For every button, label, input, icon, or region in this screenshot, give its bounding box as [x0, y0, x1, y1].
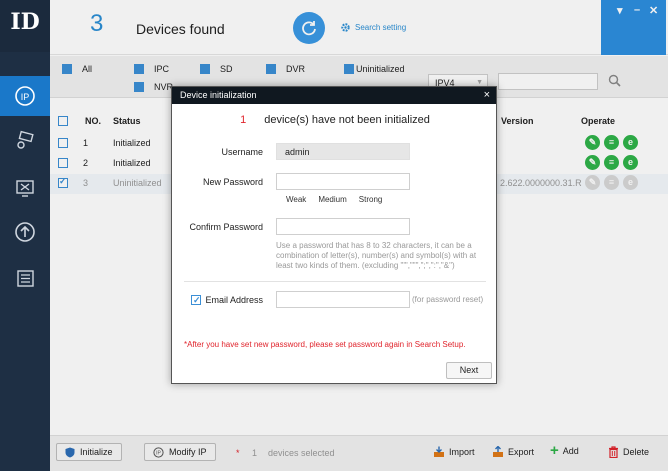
- dialog-title-bar: Device initialization ×: [172, 87, 496, 104]
- dialog-message: 1 device(s) have not been initialized: [172, 114, 498, 126]
- next-button[interactable]: Next: [446, 362, 492, 379]
- sidebar-item-ip-tool[interactable]: IP: [0, 76, 50, 116]
- ip-icon: IP: [15, 86, 35, 106]
- svg-text:IP: IP: [21, 92, 30, 102]
- close-icon[interactable]: ×: [484, 87, 490, 104]
- confirm-password-label: Confirm Password: [189, 222, 263, 232]
- sidebar-item-tools[interactable]: [0, 168, 50, 208]
- password-hint: Use a password that has 8 to 32 characte…: [276, 241, 477, 270]
- strength-weak: Weak: [286, 195, 307, 204]
- password-strength: Weak Medium Strong: [286, 195, 382, 204]
- sidebar-item-camera-settings[interactable]: [0, 120, 50, 160]
- email-checkbox[interactable]: ✓: [191, 294, 201, 305]
- uninitialized-count: 1: [240, 114, 247, 126]
- new-password-field[interactable]: [276, 173, 410, 190]
- app-logo: ID: [0, 0, 50, 52]
- message-text: device(s) have not been initialized: [264, 114, 430, 126]
- sidebar-item-upgrade[interactable]: [0, 212, 50, 252]
- warning-text: *After you have set new password, please…: [184, 340, 466, 349]
- email-field[interactable]: [276, 291, 410, 308]
- new-password-label: New Password: [202, 177, 263, 187]
- upload-icon: [15, 222, 35, 242]
- sidebar-item-list[interactable]: [0, 258, 50, 298]
- username-field: admin: [276, 143, 410, 160]
- device-initialization-dialog: Device initialization × 1 device(s) have …: [171, 86, 497, 384]
- tools-icon: [16, 180, 34, 197]
- divider: [184, 281, 486, 282]
- strength-strong: Strong: [358, 195, 383, 204]
- camera-gear-icon: [17, 130, 34, 149]
- sidebar: ID IP: [0, 0, 50, 471]
- username-label: Username: [221, 147, 263, 157]
- email-label: Email Address: [205, 295, 263, 305]
- email-hint: (for password reset): [412, 295, 484, 304]
- list-icon: [17, 270, 34, 287]
- checkmark-icon: ✓: [193, 294, 201, 305]
- dialog-title: Device initialization: [180, 90, 257, 100]
- strength-medium: Medium: [318, 195, 347, 204]
- confirm-password-field[interactable]: [276, 218, 410, 235]
